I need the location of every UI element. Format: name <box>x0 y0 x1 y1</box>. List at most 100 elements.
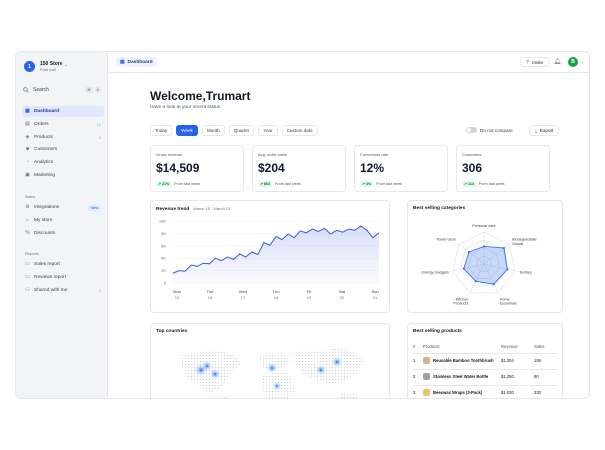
oceania-shape <box>339 392 359 398</box>
x-tick-date: 20 <box>340 295 345 300</box>
tag-icon: ◈ <box>25 133 30 140</box>
tab-year[interactable]: Year <box>258 125 278 136</box>
file-icon: ▭ <box>25 261 30 267</box>
reports-nav: ▭ Sales report ▭ Reviews report ⚇ Shared… <box>22 259 104 297</box>
tab-week[interactable]: Week <box>176 125 198 136</box>
inbox-icon: ▤ <box>25 120 30 127</box>
x-tick-date: 17 <box>241 295 246 300</box>
radar-point <box>474 280 477 283</box>
sidebar: 1 150 Store ⌄ Free trail Search ⌘ K ▦ Da… <box>16 52 108 398</box>
avatar[interactable]: B <box>568 57 578 67</box>
revenue-area <box>173 226 379 283</box>
sidebar-item-label: Marketing <box>34 172 56 178</box>
tab-custom-date[interactable]: Custom date <box>281 125 318 136</box>
radar-point <box>503 247 506 250</box>
k-key: K <box>94 86 101 93</box>
tab-today[interactable]: Today <box>150 125 173 136</box>
shared-count: 4 <box>98 287 101 293</box>
sidebar-item-customers[interactable]: ☻ Customers <box>22 144 104 155</box>
kpi-footer: ↗ 21% From last week <box>156 181 200 187</box>
tab-month[interactable]: Month <box>201 125 225 136</box>
kpi-value: 12% <box>360 161 385 175</box>
invite-button[interactable]: ⚲ Invite <box>519 57 549 67</box>
kpi-note: From last week <box>275 182 301 186</box>
bell-icon[interactable]: 🔔︎ <box>553 58 561 65</box>
sidebar-item-label: Shared with me <box>34 287 68 293</box>
y-tick-label: 2K <box>161 268 166 273</box>
kpi-value: $14,509 <box>156 161 200 175</box>
x-tick-date: 19 <box>307 295 312 300</box>
compare-toggle[interactable]: Do not compare <box>466 127 513 133</box>
kpi-delta: ↗ 21% <box>156 181 172 187</box>
new-badge: New <box>87 204 101 211</box>
radar-point <box>506 268 509 271</box>
search-icon <box>23 86 29 93</box>
kpi-note: From last week <box>478 182 505 186</box>
export-button[interactable]: ⤓ Export <box>529 125 560 136</box>
col-sales: Sales <box>534 344 545 349</box>
toggle-switch[interactable] <box>466 127 477 133</box>
store-icon: ⌂ <box>25 216 30 223</box>
row-revenue: $1,250 <box>501 374 514 379</box>
x-tick-day: Thu <box>273 289 280 294</box>
sidebar-item-discounts[interactable]: % Discounts <box>22 228 104 239</box>
kpi-footer: ↗ $63 From last week <box>258 181 301 187</box>
chevron-down-icon[interactable]: ⌄ <box>581 59 584 64</box>
sidebar-item-orders[interactable]: ▤ Orders 12 <box>22 119 104 130</box>
search-shortcut: ⌘ K <box>85 86 101 93</box>
sidebar-item-label: Discounts <box>34 230 56 236</box>
revenue-trend-range: March 15 - March 21 <box>193 206 231 211</box>
sidebar-item-dashboard[interactable]: ▦ Dashboard <box>22 106 104 117</box>
table-row[interactable]: 3 Beeswax Wraps (3-Pack) $1,030 330 <box>413 389 557 396</box>
sidebar-item-analytics[interactable]: ◔ Analytics <box>22 157 104 168</box>
invite-label: Invite <box>532 59 543 65</box>
orders-count: 12 <box>96 121 101 127</box>
discount-icon: % <box>25 229 30 236</box>
sidebar-item-label: Products <box>34 134 53 140</box>
chart-icon: ◔ <box>25 159 30 166</box>
radar-point <box>492 283 495 286</box>
sidebar-item-label: Sales report <box>34 262 60 267</box>
sidebar-item-label: My store <box>34 217 53 223</box>
x-tick-date: 15 <box>175 295 180 300</box>
x-tick-date: 16 <box>208 295 213 300</box>
breadcrumb-label: Dashboard <box>127 59 153 65</box>
store-switcher[interactable]: 1 150 Store ⌄ Free trail <box>24 61 68 72</box>
south-america-shape <box>221 396 229 398</box>
sidebar-item-label: Reviews report <box>34 274 66 280</box>
x-tick-day: Tue <box>207 289 215 294</box>
country-marker <box>273 382 281 390</box>
table-row[interactable]: 1 Reusable Bamboo Toothbrush $1,304 195 <box>413 357 557 364</box>
chevron-down-icon: ⌄ <box>64 61 68 67</box>
x-tick-day: Fri <box>307 289 312 294</box>
sidebar-item-sales-report[interactable]: ▭ Sales report <box>22 259 104 270</box>
sidebar-item-integrations[interactable]: ⚙ Integrations New <box>22 202 104 213</box>
kpi-value: 306 <box>462 161 483 175</box>
tab-quarter[interactable]: Quarter <box>228 125 255 136</box>
plug-icon: ⚙ <box>25 204 30 210</box>
sidebar-item-reviews-report[interactable]: ▭ Reviews report <box>22 272 104 283</box>
sidebar-item-products[interactable]: ◈ Products 3 <box>22 132 104 143</box>
page-subtitle: Have a look at your recent status <box>150 105 221 110</box>
row-revenue: $1,030 <box>501 390 514 395</box>
radar-axis-label: Personal care <box>472 224 495 228</box>
product-thumbnail <box>423 373 430 380</box>
col-rank: # <box>413 344 416 349</box>
search-input[interactable]: Search ⌘ K <box>23 84 101 95</box>
user-plus-icon: ⚲ <box>525 59 530 64</box>
sidebar-item-label: Dashboard <box>34 109 60 114</box>
kpi-footer: ↗ 4% From last week <box>360 181 402 187</box>
row-rank: 2 <box>413 374 416 379</box>
sidebar-item-my-store[interactable]: ⌂ My store <box>22 215 104 226</box>
table-row[interactable]: 2 Stainless Steel Water Bottle $1,250 90 <box>413 373 557 380</box>
x-tick-day: Sat <box>339 289 346 294</box>
best-products-card: Best selling products # Products Revenue… <box>407 323 563 398</box>
kpi-gross-revenue: Gross revenue $14,509 ↗ 21% From last we… <box>150 145 244 192</box>
north-america-shape <box>179 350 241 394</box>
breadcrumb[interactable]: ▦ Dashboard <box>116 57 157 67</box>
sidebar-item-marketing[interactable]: ▣ Marketing <box>22 170 104 181</box>
reports-section-label: Reports <box>25 251 40 256</box>
row-product: Reusable Bamboo Toothbrush <box>423 357 501 364</box>
divider <box>413 385 557 386</box>
sidebar-item-shared-with-me[interactable]: ⚇ Shared with me 4 <box>22 285 104 296</box>
